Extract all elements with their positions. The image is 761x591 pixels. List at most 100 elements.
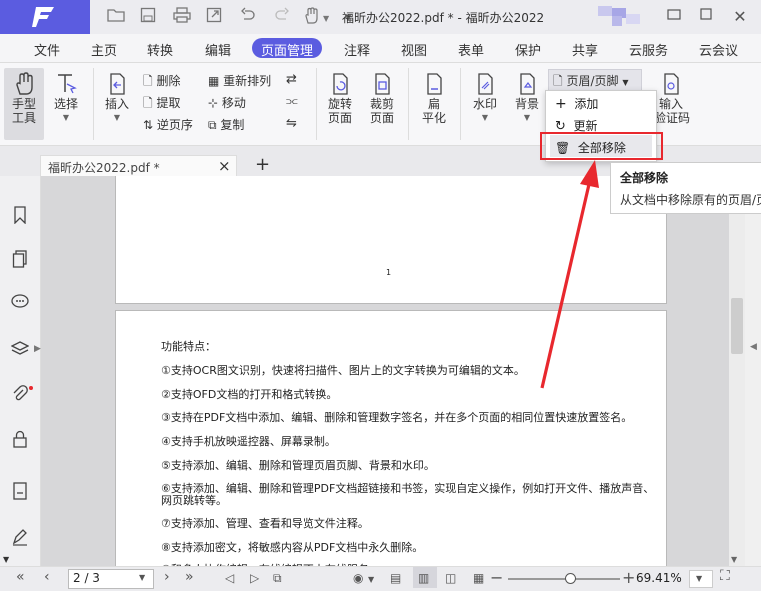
thumbnails-icon[interactable]: [10, 250, 30, 270]
maximize-icon[interactable]: [694, 6, 718, 28]
extract-button[interactable]: 🗋 提取: [143, 94, 181, 115]
print-icon[interactable]: [172, 7, 192, 27]
layers-icon[interactable]: [10, 340, 30, 360]
undo-icon[interactable]: [238, 7, 258, 27]
menu-page-manage[interactable]: 页面管理: [261, 40, 313, 59]
view-mode-dropdown-icon[interactable]: ▼: [368, 575, 374, 584]
menu-meeting[interactable]: 云会议: [699, 40, 738, 59]
last-page-icon[interactable]: »: [185, 569, 194, 585]
prev-view-icon[interactable]: ◁: [225, 571, 234, 585]
sidebar-scroll-down-icon[interactable]: ▼: [3, 555, 9, 564]
select-button[interactable]: 选择 ▼: [48, 72, 84, 125]
security-lock-icon[interactable]: [10, 430, 30, 450]
hand-dropdown-arrow-icon[interactable]: ▼: [323, 14, 329, 23]
menu-cloud[interactable]: 云服务: [629, 40, 668, 59]
new-tab-icon[interactable]: +: [255, 154, 270, 175]
zoom-slider-handle[interactable]: [564, 573, 576, 584]
menu-protect[interactable]: 保护: [515, 40, 541, 59]
input-code-icon: [660, 72, 682, 95]
close-window-icon[interactable]: ✕: [728, 6, 752, 28]
rotate-page-button[interactable]: 旋转 页面: [322, 72, 358, 125]
page-number-value: 2 / 3: [73, 571, 100, 585]
first-page-icon[interactable]: «: [16, 569, 25, 585]
page-text-line: ⑥支持添加、编辑、删除和管理PDF文档超链接和书签，实现自定义操作，例如打开文件…: [161, 482, 655, 495]
menu-comment[interactable]: 注释: [344, 40, 370, 59]
menu-view[interactable]: 视图: [401, 40, 427, 59]
insert-button[interactable]: 插入 ▼: [100, 72, 134, 125]
select-text-icon: [55, 72, 77, 94]
insert-label: 插入: [104, 97, 129, 111]
open-folder-icon[interactable]: [106, 7, 126, 27]
extract-page-icon: 🗋: [143, 96, 153, 110]
doc-tab-label: 福昕办公2022.pdf *: [48, 161, 160, 175]
copy-button[interactable]: ⧉ 复制: [208, 116, 244, 133]
watermark-button[interactable]: 水印 ▼: [467, 72, 503, 125]
redo-icon[interactable]: [272, 7, 292, 27]
header-footer-icon: 🗋: [553, 74, 563, 88]
swap-pages-icon[interactable]: ⇄: [286, 72, 297, 87]
page-number-field[interactable]: 2 / 3 ▼: [68, 569, 154, 589]
exchange-icon[interactable]: ⇋: [286, 116, 297, 131]
menu-file[interactable]: 文件: [34, 40, 60, 59]
dropdown-item-add[interactable]: + 添加: [555, 95, 598, 112]
menu-share[interactable]: 共享: [572, 40, 598, 59]
flatten-button[interactable]: 扁 平化: [416, 72, 452, 125]
two-page-continuous-icon[interactable]: ▦: [473, 571, 484, 585]
vertical-scrollbar[interactable]: [729, 176, 745, 566]
copy-label: 复制: [220, 118, 245, 132]
crop-page-button[interactable]: 裁剪 页面: [364, 72, 400, 125]
reorder-button[interactable]: ▦ 重新排列: [208, 72, 271, 89]
ribbon-separator: [316, 68, 317, 140]
document-properties-icon[interactable]: [10, 482, 30, 502]
bookmark-icon[interactable]: [10, 206, 30, 226]
hand-tool-small-icon[interactable]: [302, 7, 322, 27]
restore-ribbon-icon[interactable]: [662, 6, 686, 28]
menu-convert[interactable]: 转换: [147, 40, 173, 59]
next-page-icon[interactable]: ›: [164, 569, 170, 585]
background-button[interactable]: 背景 ▼: [509, 72, 545, 125]
scrollbar-thumb[interactable]: [731, 298, 743, 354]
scroll-down-arrow-icon[interactable]: ▼: [731, 555, 737, 564]
single-page-icon[interactable]: ▤: [390, 571, 401, 585]
menu-edit[interactable]: 编辑: [205, 40, 231, 59]
reverse-button[interactable]: ⇅ 逆页序: [143, 116, 193, 133]
attachment-icon[interactable]: [10, 385, 30, 405]
view-mode-icon[interactable]: ◉: [353, 571, 363, 585]
flatten-label: 扁 平化: [421, 97, 446, 125]
menu-home[interactable]: 主页: [91, 40, 117, 59]
reorder-icon: ▦: [208, 74, 220, 88]
select-dropdown-icon: ▼: [62, 113, 70, 122]
fullscreen-icon[interactable]: ⛶: [720, 568, 730, 584]
move-icon: ⊹: [208, 96, 219, 110]
sidebar-expand-arrow-icon[interactable]: ▶: [34, 344, 41, 354]
split-icon[interactable]: ⫗: [286, 94, 298, 109]
flatten-icon: [423, 72, 445, 95]
two-page-icon[interactable]: ◫: [445, 571, 456, 585]
signature-pen-icon[interactable]: [10, 528, 30, 548]
close-tab-icon[interactable]: ×: [218, 157, 231, 175]
rotate-page-label: 旋转 页面: [327, 97, 352, 125]
crop-page-label: 裁剪 页面: [369, 97, 394, 125]
zoom-dropdown[interactable]: ▼: [689, 570, 713, 588]
input-code-button[interactable]: 输入 验证码: [654, 72, 691, 125]
tooltip: 全部移除 从文档中移除原有的页眉/页: [610, 162, 761, 214]
ribbon-separator: [460, 68, 461, 140]
move-button[interactable]: ⊹ 移动: [208, 94, 246, 111]
zoom-out-icon[interactable]: −: [490, 568, 503, 587]
foxit-logo-icon: [32, 7, 54, 27]
menu-form[interactable]: 表单: [458, 40, 484, 59]
prev-page-icon[interactable]: ‹: [44, 569, 50, 585]
window-title: 福昕办公2022.pdf * - 福昕办公2022: [342, 11, 545, 25]
ribbon-separator: [93, 68, 94, 140]
share-window-icon[interactable]: [204, 7, 224, 27]
page-view-icon[interactable]: ⧉: [273, 571, 282, 586]
input-code-label: 输入 验证码: [654, 97, 691, 125]
next-view-icon[interactable]: ▷: [250, 571, 259, 585]
zoom-in-icon[interactable]: +: [622, 568, 635, 587]
hand-tool-button[interactable]: 手型 工具: [4, 72, 44, 125]
comment-icon[interactable]: [10, 294, 30, 314]
continuous-page-icon[interactable]: ▥: [418, 571, 429, 585]
save-icon[interactable]: [138, 7, 158, 27]
delete-button[interactable]: 🗋 删除: [143, 72, 181, 93]
right-panel-expand-icon[interactable]: ◀: [750, 342, 757, 352]
